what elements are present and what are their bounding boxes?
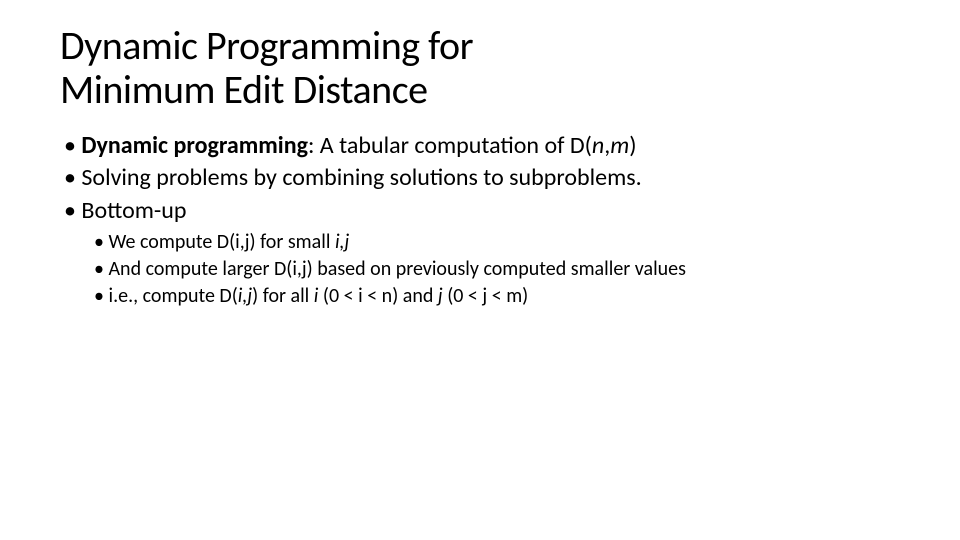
bullet-2: Solving problems by combining solutions … (64, 162, 900, 194)
title-line-1: Dynamic Programming for (60, 21, 473, 70)
bullet-1-close: ) (629, 131, 636, 160)
sub-1-b: i,j (335, 230, 349, 254)
title-line-2: Minimum Edit Distance (60, 65, 428, 114)
sub-bullet-1: We compute D(i,j) for small i,j (94, 229, 900, 256)
bullet-1: Dynamic programming: A tabular computati… (64, 130, 900, 162)
bullet-1-rest: : A tabular computation of D( (308, 131, 592, 160)
sub-3-c: ) for all (252, 284, 314, 308)
bullet-3: Bottom-up (64, 195, 900, 227)
sub-bullet-2: And compute larger D(i,j) based on previ… (94, 256, 900, 283)
slide-title: Dynamic Programming for Minimum Edit Dis… (60, 24, 900, 112)
bullet-1-strong: Dynamic programming (81, 131, 308, 160)
bullet-1-m: m (610, 131, 629, 160)
sub-bullet-list: We compute D(i,j) for small i,j And comp… (94, 229, 900, 310)
sub-3-e: (0 < i < n) and (318, 284, 438, 308)
sub-3-a: i.e., compute D( (108, 284, 237, 308)
sub-1-a: We compute D(i,j) for small (108, 230, 334, 254)
slide: Dynamic Programming for Minimum Edit Dis… (0, 0, 960, 310)
bullet-list: Dynamic programming: A tabular computati… (64, 130, 900, 227)
bullet-1-n: n (592, 131, 604, 160)
sub-3-g: (0 < j < m) (443, 284, 529, 308)
sub-bullet-3: i.e., compute D(i,j) for all i (0 < i < … (94, 283, 900, 310)
sub-3-b: i,j (238, 284, 252, 308)
